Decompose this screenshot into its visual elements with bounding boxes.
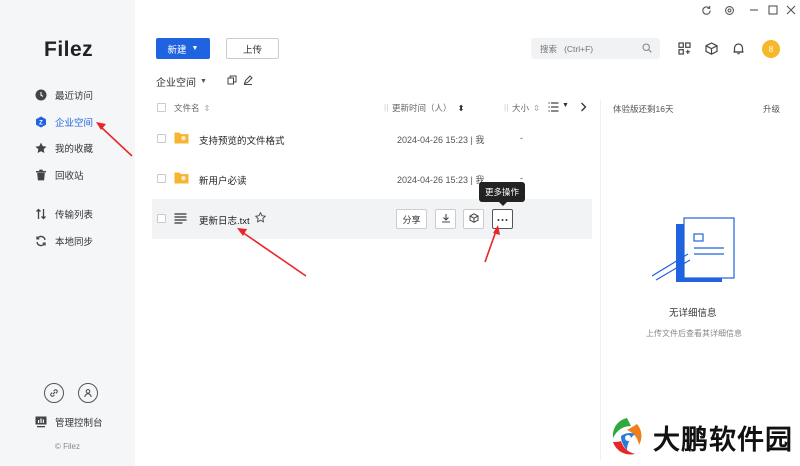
box-icon[interactable] — [704, 41, 718, 55]
sidebar-item-label: 回收站 — [55, 171, 84, 182]
sidebar-item-favorites[interactable]: 我的收藏 — [35, 139, 93, 157]
trial-notice: 体验版还剩16天 — [613, 104, 674, 114]
sidebar-item-sync[interactable]: 本地同步 — [35, 232, 93, 250]
panel-divider — [600, 100, 601, 460]
search-box[interactable] — [531, 38, 660, 59]
download-icon — [441, 213, 451, 225]
admin-console-icon — [35, 416, 47, 428]
sidebar-item-label: 本地同步 — [55, 237, 94, 248]
column-divider: || — [504, 102, 509, 112]
search-input[interactable] — [540, 43, 640, 54]
column-header-size[interactable]: 大小 ⇕ — [512, 102, 540, 114]
sidebar-item-enterprise[interactable]: Z 企业空间 — [35, 113, 93, 131]
more-actions-tooltip: 更多操作 — [479, 182, 525, 206]
column-header-time[interactable]: 更新时间（人） ⬍ — [392, 102, 465, 114]
chevron-right-icon[interactable] — [580, 102, 587, 114]
caret-down-icon: ▼ — [191, 45, 199, 52]
trash-icon — [35, 169, 47, 181]
file-name[interactable]: 更新日志.txt — [199, 213, 250, 227]
row-checkbox[interactable] — [157, 174, 166, 183]
empty-detail-title: 无详细信息 — [669, 308, 717, 319]
caret-down-icon: ▼ — [200, 78, 207, 85]
sidebar: Filez 最近访问 Z 企业空间 我的收藏 回收站 传输列表 本地同步 管理控… — [0, 0, 135, 466]
settings-icon[interactable] — [723, 4, 735, 16]
file-name[interactable]: 支持预览的文件格式 — [199, 133, 285, 147]
file-time: 2024-04-26 15:23 | 我 — [397, 135, 485, 145]
copyright: © Filez — [55, 442, 81, 451]
enterprise-icon: Z — [35, 116, 47, 128]
upgrade-link[interactable]: 升级 — [763, 103, 780, 115]
link-icon[interactable] — [44, 383, 64, 403]
star-icon — [35, 142, 47, 154]
empty-detail-illustration — [651, 212, 742, 294]
file-size: - — [520, 133, 523, 143]
file-time: 2024-04-26 15:23 | 我 — [397, 175, 485, 185]
table-row[interactable]: 支持预览的文件格式 2024-04-26 15:23 | 我 - — [152, 119, 592, 159]
sidebar-item-label: 企业空间 — [55, 118, 94, 129]
share-button[interactable]: 分享 — [396, 209, 427, 229]
edit-icon[interactable] — [243, 75, 253, 87]
refresh-icon[interactable] — [700, 4, 712, 16]
sidebar-item-label: 传输列表 — [55, 210, 94, 221]
select-all-checkbox[interactable] — [157, 103, 166, 112]
caret-down-icon[interactable]: ▼ — [562, 102, 569, 109]
sidebar-item-label: 我的收藏 — [55, 144, 94, 155]
admin-console-label: 管理控制台 — [55, 418, 103, 429]
new-button[interactable]: 新建 ▼ — [156, 38, 210, 59]
new-button-label: 新建 — [167, 44, 187, 56]
folder-icon — [174, 171, 189, 186]
more-icon — [497, 214, 508, 224]
box-button[interactable] — [463, 209, 484, 229]
svg-text:Z: Z — [39, 120, 43, 126]
table-row[interactable]: 更新日志.txt 分享 — [152, 199, 592, 239]
more-actions-button[interactable] — [492, 209, 513, 229]
folder-icon — [174, 131, 189, 146]
row-checkbox[interactable] — [157, 134, 166, 143]
row-checkbox[interactable] — [157, 214, 166, 223]
breadcrumb[interactable]: 企业空间 ▼ — [156, 74, 207, 89]
avatar[interactable]: 8 — [762, 40, 780, 58]
list-view-icon[interactable] — [548, 102, 559, 114]
table-header: 文件名 ⇕ || 更新时间（人） ⬍ || 大小 ⇕ ▼ — [152, 100, 592, 116]
sort-desc-icon: ⬍ — [457, 103, 465, 113]
empty-detail-subtitle: 上传文件后查看其详细信息 — [646, 329, 742, 338]
sidebar-item-transfer[interactable]: 传输列表 — [35, 205, 93, 223]
watermark-text: 大鹏软件园 — [653, 424, 793, 455]
column-divider: || — [384, 102, 389, 112]
sidebar-item-label: 最近访问 — [55, 91, 94, 102]
file-name[interactable]: 新用户必读 — [199, 173, 247, 187]
watermark: 大鹏软件园 — [607, 414, 793, 460]
column-header-name[interactable]: 文件名 ⇕ — [174, 102, 211, 114]
transfer-icon — [35, 208, 47, 220]
close-icon[interactable] — [785, 4, 797, 16]
app-logo: Filez — [44, 38, 94, 61]
admin-console-link[interactable]: 管理控制台 — [35, 415, 103, 429]
search-icon[interactable] — [642, 43, 652, 55]
copy-path-icon[interactable] — [227, 75, 237, 87]
text-file-icon — [174, 213, 187, 226]
sort-icon: ⇕ — [203, 103, 211, 113]
sort-icon: ⇕ — [533, 103, 541, 113]
minimize-icon[interactable] — [748, 4, 760, 16]
box-icon — [469, 213, 479, 225]
clock-icon — [35, 89, 47, 101]
sidebar-item-recent[interactable]: 最近访问 — [35, 86, 93, 104]
sidebar-item-trash[interactable]: 回收站 — [35, 166, 84, 184]
maximize-icon[interactable] — [767, 4, 779, 16]
sync-icon — [35, 235, 47, 247]
table-row[interactable]: 新用户必读 2024-04-26 15:23 | 我 - — [152, 159, 592, 199]
apps-icon[interactable] — [677, 41, 691, 55]
favorite-star-icon[interactable] — [254, 211, 267, 225]
download-button[interactable] — [435, 209, 456, 229]
bell-icon[interactable] — [731, 41, 745, 55]
contacts-icon[interactable] — [78, 383, 98, 403]
upload-button[interactable]: 上传 — [226, 38, 279, 59]
watermark-logo — [607, 414, 647, 460]
breadcrumb-label: 企业空间 — [156, 78, 196, 89]
